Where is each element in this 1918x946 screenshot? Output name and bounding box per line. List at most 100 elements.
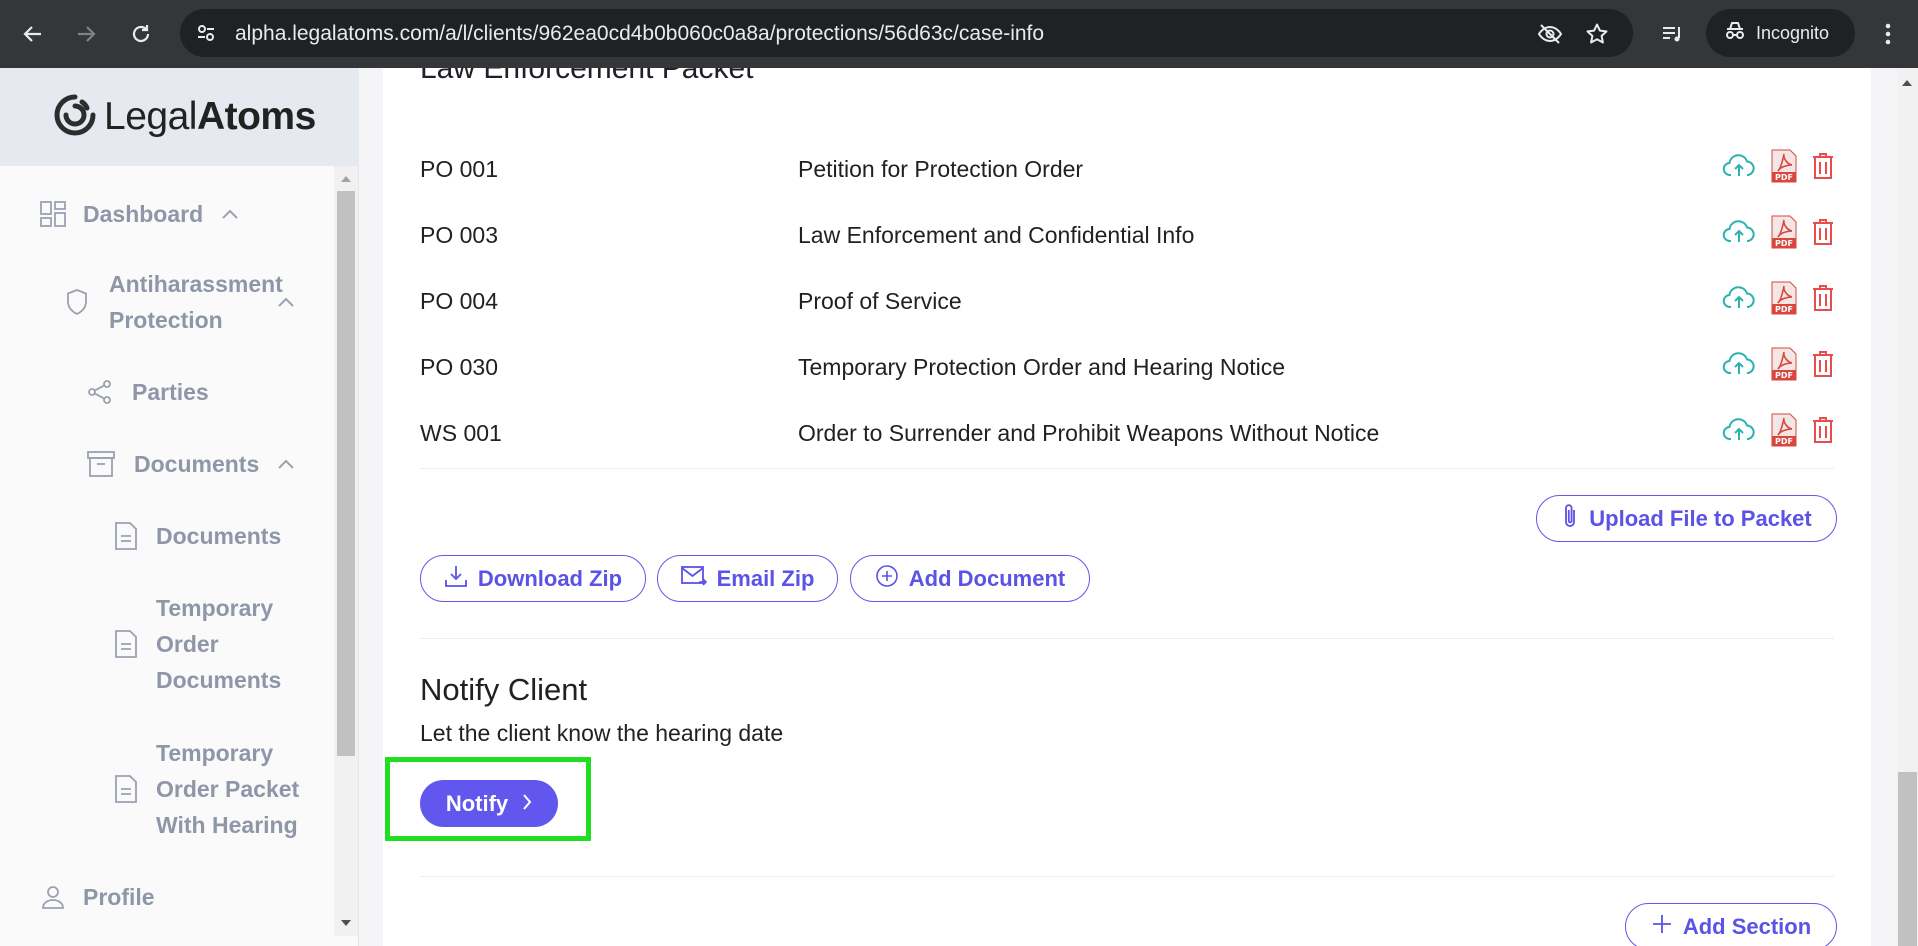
trash-icon[interactable]	[1812, 284, 1834, 318]
download-zip-label: Download Zip	[477, 565, 623, 591]
more-menu-icon[interactable]	[1871, 17, 1905, 51]
download-icon	[444, 564, 468, 594]
url-path: /a/l/clients/962ea0cd4b0b060c0a8a/protec…	[439, 22, 1045, 45]
person-icon	[39, 883, 67, 911]
email-zip-label: Email Zip	[716, 565, 815, 591]
cloud-upload-icon[interactable]	[1722, 352, 1756, 382]
document-code: WS 001	[420, 419, 502, 446]
add-document-button[interactable]: Add Document	[850, 555, 1090, 602]
document-code: PO 003	[420, 221, 498, 248]
highlight-box	[385, 757, 591, 841]
sidebar-item-antiharassment-protection[interactable]: Antiharassment Protection	[63, 266, 323, 338]
document-title[interactable]: Law Enforcement and Confidential Info	[798, 222, 1722, 249]
sidebar-item-documents[interactable]: Documents	[113, 518, 281, 554]
sidebar-item-label: Dashboard	[83, 201, 204, 227]
main-content: Law Enforcement Packet PO 001 Petition f…	[383, 68, 1871, 946]
sidebar-item-profile[interactable]: Profile	[39, 879, 155, 915]
document-title[interactable]: Order to Surrender and Prohibit Weapons …	[798, 420, 1722, 447]
document-row: WS 001 Order to Surrender and Prohibit W…	[420, 400, 1834, 466]
url-host: alpha.legalatoms.com	[235, 22, 440, 45]
notify-client-subtitle: Let the client know the hearing date	[420, 720, 784, 746]
plus-icon	[1651, 913, 1673, 941]
add-section-button[interactable]: Add Section	[1625, 903, 1837, 946]
document-row: PO 001 Petition for Protection Order PDF	[420, 136, 1834, 202]
eye-off-icon[interactable]	[1537, 21, 1563, 47]
scroll-down-arrow-icon[interactable]	[339, 916, 353, 930]
browser-toolbar: alpha.legalatoms.com/a/l/clients/962ea0c…	[0, 0, 1918, 68]
pdf-icon[interactable]: PDF	[1770, 281, 1798, 321]
svg-text:PDF: PDF	[1775, 371, 1793, 380]
pdf-icon[interactable]: PDF	[1770, 149, 1798, 189]
sidebar-item-label: Temporary Order Packet With Hearing	[156, 740, 300, 838]
pdf-icon[interactable]: PDF	[1770, 215, 1798, 255]
divider	[420, 638, 1834, 639]
add-section-label: Add Section	[1682, 913, 1812, 939]
sidebar-item-label: Profile	[83, 884, 155, 910]
document-row: PO 030 Temporary Protection Order and He…	[420, 334, 1834, 400]
logo-text-light: Legal	[104, 95, 197, 138]
trash-icon[interactable]	[1812, 152, 1834, 186]
dashboard-grid-icon	[39, 200, 67, 228]
sidebar-item-temporary-order-documents[interactable]: Temporary Order Documents	[113, 590, 296, 698]
sidebar-scrollbar-thumb[interactable]	[337, 191, 355, 756]
trash-icon[interactable]	[1812, 218, 1834, 252]
sidebar-item-label: Parties	[132, 379, 209, 405]
sidebar-item-documents-group[interactable]: Documents	[86, 446, 295, 482]
pdf-icon[interactable]: PDF	[1770, 347, 1798, 387]
forward-icon[interactable]	[69, 17, 103, 51]
paperclip-icon	[1561, 502, 1579, 536]
page-scrollbar-thumb[interactable]	[1898, 772, 1917, 946]
sidebar-item-label: Documents	[134, 451, 260, 477]
document-icon	[113, 774, 139, 804]
packet-title: Law Enforcement Packet	[420, 68, 754, 85]
document-row: PO 004 Proof of Service PDF	[420, 268, 1834, 334]
download-zip-button[interactable]: Download Zip	[420, 555, 646, 602]
site-info-icon[interactable]	[194, 21, 218, 45]
cloud-upload-icon[interactable]	[1722, 418, 1756, 448]
sidebar-item-label: Temporary Order Documents	[156, 595, 282, 693]
url-text: alpha.legalatoms.com/a/l/clients/962ea0c…	[235, 22, 1044, 46]
cloud-upload-icon[interactable]	[1722, 220, 1756, 250]
add-document-label: Add Document	[908, 565, 1066, 591]
reload-icon[interactable]	[124, 17, 158, 51]
media-queue-icon[interactable]	[1656, 17, 1690, 51]
upload-file-to-packet-button[interactable]: Upload File to Packet	[1536, 495, 1837, 542]
svg-text:PDF: PDF	[1775, 437, 1793, 446]
document-title[interactable]: Temporary Protection Order and Hearing N…	[798, 354, 1722, 381]
svg-text:PDF: PDF	[1775, 173, 1793, 182]
cloud-upload-icon[interactable]	[1722, 154, 1756, 184]
archive-box-icon	[86, 450, 116, 478]
trash-icon[interactable]	[1812, 416, 1834, 450]
pdf-icon[interactable]: PDF	[1770, 413, 1798, 453]
star-icon[interactable]	[1584, 21, 1610, 47]
document-icon	[113, 521, 139, 551]
plus-circle-icon	[875, 564, 899, 594]
legalatoms-logo-icon	[52, 92, 98, 143]
scroll-up-arrow-icon[interactable]	[339, 172, 353, 186]
document-code: PO 030	[420, 353, 498, 380]
email-zip-button[interactable]: Email Zip	[657, 555, 838, 602]
logo-text-bold: Atoms	[196, 95, 316, 138]
chevron-up-icon[interactable]	[221, 208, 239, 220]
divider	[420, 876, 1834, 877]
incognito-icon	[1724, 21, 1746, 46]
sidebar-item-temporary-order-packet-with-hearing[interactable]: Temporary Order Packet With Hearing	[113, 735, 311, 843]
document-title[interactable]: Petition for Protection Order	[798, 156, 1722, 183]
shield-icon	[63, 287, 91, 317]
divider	[420, 468, 1834, 469]
scroll-up-arrow-icon[interactable]	[1901, 74, 1913, 92]
chevron-up-icon[interactable]	[277, 458, 295, 470]
sidebar-item-dashboard[interactable]: Dashboard	[39, 196, 239, 232]
logo-text: LegalAtoms	[104, 95, 316, 139]
sidebar: LegalAtoms Dashboard Antiharassment Prot…	[0, 68, 359, 946]
logo[interactable]: LegalAtoms	[0, 68, 359, 166]
sidebar-item-parties[interactable]: Parties	[86, 374, 209, 410]
document-icon	[113, 629, 139, 659]
cloud-upload-icon[interactable]	[1722, 286, 1756, 316]
document-title[interactable]: Proof of Service	[798, 288, 1722, 315]
address-bar[interactable]: alpha.legalatoms.com/a/l/clients/962ea0c…	[180, 9, 1633, 57]
trash-icon[interactable]	[1812, 350, 1834, 384]
back-icon[interactable]	[16, 17, 50, 51]
chevron-up-icon[interactable]	[277, 296, 295, 308]
incognito-indicator[interactable]: Incognito	[1706, 9, 1855, 57]
